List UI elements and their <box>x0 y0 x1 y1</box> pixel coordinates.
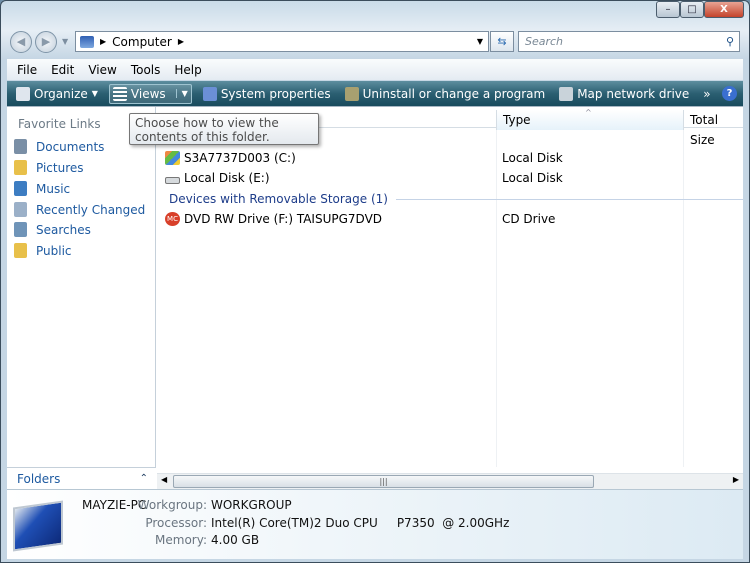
uninstall-icon <box>344 86 359 101</box>
public-folder-icon <box>14 243 27 258</box>
drive-type: Local Disk <box>502 171 563 185</box>
memory-label: Memory: <box>155 533 207 547</box>
sidebar-item-label: Music <box>36 181 71 196</box>
workgroup-label: Workgroup: <box>137 498 207 512</box>
dvd-drive-icon: MC <box>165 212 180 226</box>
scroll-left-icon[interactable]: ◀ <box>161 475 167 484</box>
views-icon <box>112 86 127 101</box>
chevron-down-icon: ▼ <box>91 89 98 98</box>
menu-view[interactable]: View <box>88 63 116 77</box>
refresh-button[interactable]: ⇆ <box>490 31 514 52</box>
system-properties-icon <box>202 86 217 101</box>
search-icon[interactable]: ⚲ <box>726 32 734 51</box>
sidebar-item-pictures[interactable]: Pictures <box>14 160 84 175</box>
sidebar-item-label: Searches <box>36 222 91 237</box>
group-header-label: Devices with Removable Storage (1) <box>169 192 388 206</box>
drive-row-f[interactable]: MC DVD RW Drive (F:) TAISUPG7DVD <box>165 212 382 226</box>
group-header-removable[interactable]: Devices with Removable Storage (1) <box>169 192 743 206</box>
group-divider <box>395 198 743 200</box>
scrollbar-thumb[interactable]: ||| <box>173 475 594 488</box>
menu-tools[interactable]: Tools <box>131 63 161 77</box>
memory-value: 4.00 GB <box>211 533 260 547</box>
scroll-right-icon[interactable]: ▶ <box>733 475 739 484</box>
menu-file[interactable]: File <box>17 63 37 77</box>
views-button[interactable]: Views ▼ <box>108 83 192 104</box>
drive-type: Local Disk <box>502 151 563 165</box>
drive-type: CD Drive <box>502 212 556 226</box>
sidebar-item-searches[interactable]: Searches <box>14 222 91 237</box>
views-tooltip: Choose how to view the contents of this … <box>129 113 319 145</box>
system-properties-label: System properties <box>220 86 331 101</box>
recently-changed-icon <box>14 202 27 217</box>
help-icon[interactable]: ? <box>722 86 737 101</box>
drive-name: Local Disk (E:) <box>184 171 270 185</box>
processor-value: Intel(R) Core(TM)2 Duo CPU P7350 @ 2.00G… <box>211 516 510 530</box>
network-drive-icon <box>559 86 574 101</box>
menu-bar: File Edit View Tools Help <box>7 59 743 80</box>
uninstall-program-button[interactable]: Uninstall or change a program <box>342 85 549 103</box>
organize-label: Organize <box>34 86 88 101</box>
organize-button[interactable]: Organize ▼ <box>13 85 101 103</box>
search-placeholder: Search <box>525 35 564 48</box>
drive-row-e[interactable]: Local Disk (E:) <box>165 171 270 185</box>
breadcrumb-arrow-icon[interactable]: ▶ <box>178 37 184 46</box>
menu-help[interactable]: Help <box>174 63 201 77</box>
more-commands-button[interactable]: » <box>700 85 713 103</box>
search-input[interactable]: Search ⚲ <box>518 31 740 52</box>
sidebar-item-documents[interactable]: Documents <box>14 139 104 154</box>
sidebar-item-music[interactable]: Music <box>14 181 70 196</box>
breadcrumb-computer[interactable]: Computer <box>112 35 172 49</box>
drive-name: DVD RW Drive (F:) TAISUPG7DVD <box>184 212 383 226</box>
hard-disk-icon <box>165 177 180 184</box>
minimize-button[interactable]: – <box>656 1 680 18</box>
drive-name: S3A7737D003 (C:) <box>184 151 296 165</box>
address-bar[interactable]: ▶ Computer ▶ ▼ <box>75 31 489 52</box>
horizontal-scrollbar[interactable]: ◀ ||| ▶ <box>157 473 743 489</box>
type-header-label: Type <box>503 113 531 127</box>
views-dropdown-icon[interactable]: ▼ <box>175 89 188 98</box>
command-bar: Organize ▼ Views ▼ System properties Unins… <box>7 81 743 106</box>
favorite-links-heading: Favorite Links <box>18 117 101 131</box>
music-icon <box>14 181 27 196</box>
chevron-up-icon: ⌃ <box>139 473 148 484</box>
workgroup-value: WORKGROUP <box>211 498 292 512</box>
column-header-total-size[interactable]: Total Size <box>683 110 743 147</box>
searches-icon <box>14 222 27 237</box>
recent-pages-chevron-icon[interactable]: ▼ <box>62 37 68 46</box>
sidebar-item-recently-changed[interactable]: Recently Changed <box>14 202 145 217</box>
organize-icon <box>16 86 30 101</box>
sort-arrow-icon: ^ <box>585 108 592 117</box>
drive-row-c[interactable]: S3A7737D003 (C:) <box>165 151 296 165</box>
back-button[interactable]: ◀ <box>10 31 32 53</box>
sidebar-item-label: Public <box>36 243 72 258</box>
menu-edit[interactable]: Edit <box>51 63 74 77</box>
map-drive-label: Map network drive <box>577 86 690 101</box>
documents-icon <box>14 139 27 154</box>
navigation-pane: Favorite Links Documents Pictures Music … <box>7 107 156 467</box>
uninstall-label: Uninstall or change a program <box>362 86 546 101</box>
views-label: Views <box>130 86 166 101</box>
maximize-button[interactable]: □ <box>680 1 704 18</box>
computer-icon <box>80 35 94 48</box>
column-header-type[interactable]: Type ^ <box>496 108 683 130</box>
system-properties-button[interactable]: System properties <box>200 85 334 103</box>
sidebar-item-label: Documents <box>36 139 105 154</box>
system-drive-icon <box>165 151 180 165</box>
column-divider <box>683 130 684 467</box>
processor-label: Processor: <box>145 516 207 530</box>
column-divider <box>496 130 497 467</box>
folders-toggle[interactable]: Folders ⌃ <box>7 467 156 489</box>
sidebar-item-label: Pictures <box>36 160 84 175</box>
sidebar-item-label: Recently Changed <box>36 202 146 217</box>
forward-button[interactable]: ▶ <box>35 31 57 53</box>
pictures-folder-icon <box>14 160 27 175</box>
details-pane: MAYZIE-PC Workgroup: WORKGROUP Processor… <box>7 489 743 559</box>
address-dropdown-icon[interactable]: ▼ <box>477 37 483 46</box>
breadcrumb-arrow-icon[interactable]: ▶ <box>100 37 106 46</box>
sidebar-item-public[interactable]: Public <box>14 243 72 258</box>
map-network-drive-button[interactable]: Map network drive <box>556 85 692 103</box>
close-button[interactable]: X <box>704 1 744 18</box>
computer-large-icon <box>13 500 63 552</box>
folders-label: Folders <box>17 472 61 486</box>
